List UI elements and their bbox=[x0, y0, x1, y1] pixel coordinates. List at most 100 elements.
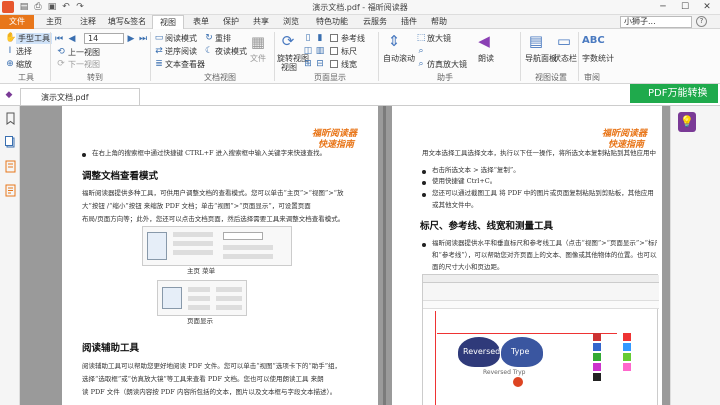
lightbulb-icon[interactable]: 💡 bbox=[678, 112, 696, 132]
bullet bbox=[422, 181, 426, 185]
tab-browse[interactable]: 浏览 bbox=[276, 15, 306, 29]
reflow-icon: ↻ bbox=[205, 33, 213, 43]
marquee-button[interactable]: 放大镜 bbox=[427, 33, 451, 44]
word-count-button[interactable]: 字数统计 bbox=[582, 53, 614, 64]
prev-view-button[interactable]: 上一视图 bbox=[68, 47, 100, 58]
figure-line-shape bbox=[223, 245, 273, 250]
text-viewer-button[interactable]: 文本查看器 bbox=[165, 59, 205, 70]
loupe-button[interactable]: 仿真放大镜 bbox=[427, 59, 467, 70]
tab-share[interactable]: 共享 bbox=[246, 15, 276, 29]
right-para0: 用文本选择工具选择文本，执行以下任一操作，将所选文本复制粘贴到其他应用中： bbox=[422, 149, 657, 157]
left-para1a: 福昕阅读器提供多种工具，可供用户调整文档的查看模式。您可以单击“主页”>“视图”… bbox=[82, 189, 344, 197]
tab-features[interactable]: 特色功能 bbox=[308, 15, 356, 29]
pages-icon[interactable] bbox=[5, 136, 16, 149]
prev-page-icon[interactable]: ◀ bbox=[67, 34, 77, 44]
embedded-label-b: Type bbox=[511, 347, 530, 356]
document-tab[interactable]: 演示文档.pdf bbox=[20, 88, 140, 105]
nav-panel-icon: ▤ bbox=[528, 32, 544, 50]
right-para1b: 和“参考线”），可以帮助您对齐页面上的文本、图像或其他物体的位置。也可以显示页 bbox=[432, 251, 657, 259]
left-para2c: 读 PDF 文件（朗读内容按 PDF 内容所包括的文本，图片以及文本框与字段文本… bbox=[82, 388, 337, 396]
tab-cloud[interactable]: 云服务 bbox=[356, 15, 394, 29]
loupe-icon: ⌕ bbox=[418, 59, 424, 69]
tab-form[interactable]: 表单 bbox=[186, 15, 216, 29]
embedded-ribbon bbox=[423, 283, 659, 301]
read-aloud-button[interactable]: 朗读 bbox=[478, 53, 494, 64]
page-number-input[interactable]: 14 bbox=[84, 33, 124, 44]
document-viewer[interactable]: 福昕阅读器 快速指南 在右上角的搜索框中通过快捷键 CTRL+F 进入搜索框中输… bbox=[20, 106, 670, 405]
figure-zoom-box bbox=[223, 232, 263, 240]
attachments-icon[interactable] bbox=[5, 184, 16, 197]
document-tab-bar: ◆ 演示文档.pdf PDF万能转换 bbox=[0, 84, 720, 106]
tab-home[interactable]: 主页 bbox=[38, 15, 70, 29]
user-account[interactable]: 小狮子... bbox=[620, 16, 692, 28]
file-nav-button[interactable]: 文件 bbox=[250, 53, 266, 64]
viewset-group-label: 视图设置 bbox=[535, 73, 567, 82]
first-page-icon[interactable]: ⏮ bbox=[54, 34, 64, 44]
guides-checkbox[interactable] bbox=[330, 34, 338, 42]
tab-view[interactable]: 视图 bbox=[152, 15, 184, 30]
figure-line-shape bbox=[216, 305, 242, 310]
line-weight-label: 线宽 bbox=[341, 60, 357, 69]
status-bar-icon: ▭ bbox=[556, 32, 572, 50]
close-icon[interactable]: ✕ bbox=[696, 0, 718, 14]
figure-line-shape bbox=[188, 296, 210, 301]
line-weight-checkbox[interactable] bbox=[330, 60, 338, 68]
pdf-convert-button[interactable]: PDF万能转换 bbox=[630, 84, 718, 103]
tab-protect[interactable]: 保护 bbox=[216, 15, 246, 29]
fit-width-icon[interactable]: ⊟ bbox=[315, 59, 325, 69]
reverse-reading-button[interactable]: 逆序阅读 bbox=[165, 46, 197, 57]
night-mode-button[interactable]: 夜读模式 bbox=[215, 46, 247, 57]
tab-help[interactable]: 帮助 bbox=[424, 15, 454, 29]
title-bar: ▤ ⎙ ▣ ↶ ↷ 演示文档.pdf - 福昕阅读器 ─ ☐ ✕ bbox=[0, 0, 720, 15]
fit-page-icon[interactable]: ⊞ bbox=[303, 59, 313, 69]
figure-line-shape bbox=[188, 287, 210, 292]
next-page-icon[interactable]: ▶ bbox=[126, 34, 136, 44]
layout-cover-icon[interactable]: ▥ bbox=[315, 46, 325, 56]
autoscroll-button[interactable]: 自动滚动 bbox=[383, 53, 415, 64]
autoscroll-icon: ⇕ bbox=[387, 32, 401, 50]
group-divider bbox=[378, 32, 379, 81]
embedded-tabbar bbox=[423, 301, 659, 309]
status-bar-button[interactable]: 状态栏 bbox=[553, 53, 577, 64]
color-swatch bbox=[623, 353, 631, 361]
color-swatch bbox=[623, 333, 631, 341]
figure-line-shape bbox=[173, 232, 213, 237]
maximize-icon[interactable]: ☐ bbox=[674, 0, 696, 14]
color-swatch bbox=[593, 373, 601, 381]
reading-mode-button[interactable]: 阅读模式 bbox=[165, 33, 197, 44]
ribbon-tabs: 文件 主页 注释 填写&签名 视图 表单 保护 共享 浏览 特色功能 云服务 插… bbox=[0, 15, 720, 30]
ribbon: ✋ 手型工具 I 选择 ⊕ 缩放 工具 ⏮ ◀ 14 ▶ ⏭ ⟲ 上一视图 ⟳ … bbox=[0, 29, 720, 84]
select-button[interactable]: 选择 bbox=[16, 46, 32, 57]
last-page-icon[interactable]: ⏭ bbox=[138, 34, 148, 44]
bullet bbox=[422, 243, 426, 247]
zoom-button[interactable]: 缩放 bbox=[16, 59, 32, 70]
reflow-button[interactable]: 重排 bbox=[215, 33, 231, 44]
color-swatch bbox=[593, 333, 601, 341]
tab-comment[interactable]: 注释 bbox=[72, 15, 104, 29]
layout-continuous-icon[interactable]: ▮ bbox=[315, 33, 325, 43]
embedded-title: Reversed Tryp bbox=[483, 369, 526, 376]
tab-plugins[interactable]: 插件 bbox=[394, 15, 424, 29]
embedded-screenshot: Reversed Type Reversed Tryp bbox=[422, 274, 659, 405]
ruler-checkbox[interactable] bbox=[330, 47, 338, 55]
word-count-icon: ABC bbox=[582, 35, 605, 46]
right-title1: 标尺、参考线、线宽和测量工具 bbox=[420, 221, 554, 232]
bookmark-icon[interactable] bbox=[5, 112, 16, 125]
app-window: ▤ ⎙ ▣ ↶ ↷ 演示文档.pdf - 福昕阅读器 ─ ☐ ✕ 文件 主页 注… bbox=[0, 0, 720, 405]
next-view-button[interactable]: 下一视图 bbox=[68, 59, 100, 70]
help-icon[interactable]: ? bbox=[696, 16, 707, 27]
embedded-logo-shape bbox=[513, 377, 523, 387]
layout-single-icon[interactable]: ▯ bbox=[303, 33, 313, 43]
minimize-icon[interactable]: ─ bbox=[652, 0, 674, 14]
color-swatch bbox=[623, 343, 631, 351]
left-panel bbox=[0, 106, 20, 405]
group-divider bbox=[150, 32, 151, 81]
group-divider bbox=[50, 32, 51, 81]
comments-icon[interactable] bbox=[5, 160, 16, 173]
tab-file[interactable]: 文件 bbox=[0, 15, 34, 29]
hand-tool-button[interactable]: 手型工具 bbox=[16, 33, 52, 44]
figure-line-shape bbox=[173, 241, 213, 246]
layout-facing-icon[interactable]: ◫ bbox=[303, 46, 313, 56]
tab-fill-sign[interactable]: 填写&签名 bbox=[104, 15, 150, 29]
prev-view-icon: ⟲ bbox=[57, 47, 65, 57]
